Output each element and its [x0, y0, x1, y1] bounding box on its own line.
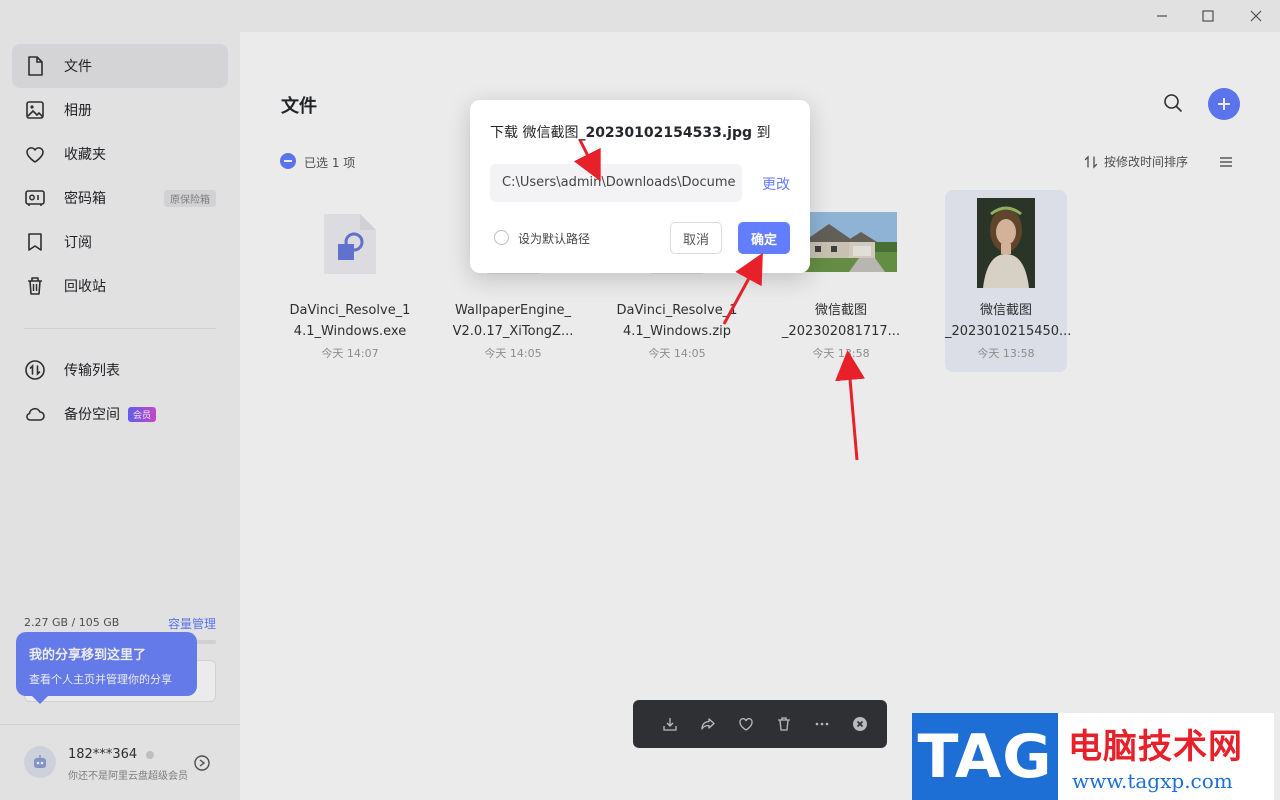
share-icon — [701, 718, 715, 730]
download-dialog: 下载 微信截图_20230102154533.jpg 到 C:\Users\ad… — [470, 100, 810, 273]
favorite-icon — [739, 718, 753, 731]
close-icon — [853, 717, 867, 731]
more-action-button[interactable] — [803, 700, 841, 748]
download-path-field[interactable]: C:\Users\admin\Downloads\Docume — [490, 164, 742, 202]
watermark-logo: TAG — [912, 713, 1058, 800]
change-path-link[interactable]: 更改 — [762, 174, 790, 194]
download-icon — [663, 718, 677, 731]
download-action-button[interactable] — [651, 700, 689, 748]
delete-action-button[interactable] — [765, 700, 803, 748]
close-action-bar-button[interactable] — [841, 700, 879, 748]
favorite-action-button[interactable] — [727, 700, 765, 748]
share-action-button[interactable] — [689, 700, 727, 748]
watermark-text-panel: 电脑技术网 www.tagxp.com — [1058, 713, 1274, 800]
default-path-radio[interactable] — [494, 230, 509, 245]
cancel-button[interactable]: 取消 — [670, 222, 722, 254]
more-icon — [815, 722, 829, 726]
default-path-label[interactable]: 设为默认路径 — [518, 230, 590, 247]
delete-icon — [778, 717, 790, 731]
site-watermark: TAG 电脑技术网 www.tagxp.com — [912, 713, 1274, 800]
dialog-title: 下载 微信截图_20230102154533.jpg 到 — [490, 125, 771, 141]
watermark-url: www.tagxp.com — [1072, 769, 1233, 793]
confirm-button[interactable]: 确定 — [738, 222, 790, 254]
watermark-site-name: 电脑技术网 — [1068, 727, 1243, 767]
selection-action-bar — [633, 700, 887, 748]
